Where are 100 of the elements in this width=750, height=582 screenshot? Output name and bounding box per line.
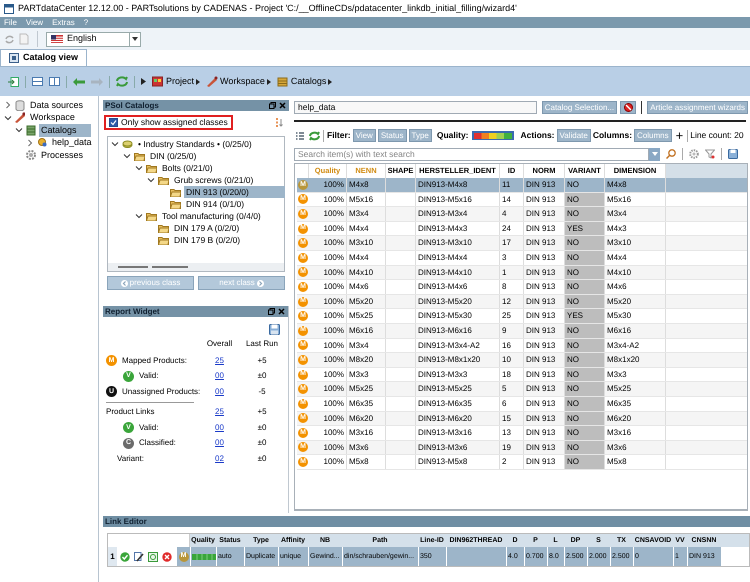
- table-cell: 100%: [309, 324, 347, 338]
- table-cell: 100%: [309, 353, 347, 367]
- tree-item[interactable]: Catalogs: [39, 124, 91, 137]
- tree-item[interactable]: DIN 179 A (0/2/0): [172, 222, 242, 234]
- table-cell: 100%: [309, 455, 347, 469]
- count-link[interactable]: 25: [197, 406, 242, 418]
- table-cell: M5x16: [347, 192, 386, 206]
- column-header: Last Run: [244, 338, 280, 350]
- table-cell: 8: [500, 280, 524, 294]
- table-cell: NO: [565, 440, 605, 454]
- table-cell: 12: [500, 294, 524, 308]
- add-button[interactable]: +: [674, 130, 686, 141]
- tree-item[interactable]: DIN 913 (0/20/0): [184, 186, 285, 198]
- table-cell: M5x25: [347, 382, 386, 396]
- breadcrumb-item[interactable]: Catalogs: [276, 74, 332, 88]
- table-cell: DIN913-M5x20: [416, 294, 500, 308]
- count-link[interactable]: 25: [197, 354, 242, 367]
- table-cell: DIN913-M4x6: [416, 280, 500, 294]
- table-cell: M4x10: [347, 266, 386, 280]
- table-cell: M4x10: [605, 266, 666, 280]
- table-cell: M6x35: [347, 396, 386, 410]
- table-cell: M4x6: [605, 280, 666, 294]
- table-cell: 100%: [309, 440, 347, 454]
- table-cell: 100%: [309, 382, 347, 396]
- table-cell: 5: [500, 382, 524, 396]
- table-cell: M5x8: [347, 455, 386, 469]
- table-cell: 9: [500, 324, 524, 338]
- table-cell: DIN913-M4x4: [416, 250, 500, 265]
- table-cell: 16: [500, 338, 524, 352]
- table-cell: 17: [500, 236, 524, 250]
- table-cell: 24: [500, 222, 524, 236]
- table-cell: M4x3: [605, 222, 666, 236]
- table-cell: NO: [565, 236, 605, 250]
- table-cell: 11: [500, 178, 524, 192]
- table-cell: DIN913-M8x1x20: [416, 353, 500, 367]
- row-number: 1: [108, 547, 117, 566]
- table-cell: NO: [565, 192, 605, 206]
- breadcrumb-item[interactable]: Project: [152, 74, 200, 88]
- table-cell: M3x6: [605, 440, 666, 454]
- search-field[interactable]: Search item(s) with text search: [294, 148, 649, 160]
- count-link[interactable]: 00: [197, 370, 242, 382]
- checkbox-label: Only show assigned classes: [121, 116, 228, 129]
- table-cell: DIN913-M4x8: [416, 178, 500, 192]
- table-cell: 100%: [309, 178, 347, 192]
- table-cell: DIN913-M3x10: [416, 236, 500, 250]
- table-cell: YES: [565, 309, 605, 323]
- table-cell: 13: [500, 426, 524, 440]
- last-run-value: ±0: [256, 370, 268, 382]
- tree-item[interactable]: help_data: [50, 136, 94, 150]
- table-cell: 100%: [309, 250, 347, 265]
- catalog-field[interactable]: help_data: [294, 101, 537, 114]
- table-cell: DIN913-M6x16: [416, 324, 500, 338]
- table-cell: M6x16: [347, 324, 386, 338]
- table-cell: 100%: [309, 309, 347, 323]
- table-cell: M5x25: [605, 382, 666, 396]
- last-run-value: -5: [257, 386, 267, 398]
- row-label: Classified:: [139, 437, 176, 450]
- tree-item[interactable]: Processes: [39, 148, 86, 162]
- table-cell: M3x4-A2: [605, 338, 666, 352]
- tree-item[interactable]: Grub screws (0/21/0): [172, 174, 256, 186]
- table-cell: M6x20: [347, 412, 386, 426]
- table-cell: NO: [565, 382, 605, 396]
- last-run-value: +5: [256, 406, 268, 418]
- tree-item[interactable]: Tool manufacturing (0/4/0): [160, 210, 263, 222]
- row-label: Variant:: [117, 452, 144, 465]
- tree-item[interactable]: Workspace: [28, 111, 77, 124]
- table-cell: M8x1x20: [605, 353, 666, 367]
- tree-item[interactable]: DIN 914 (0/1/0): [184, 198, 246, 210]
- tree-item[interactable]: Bolts (0/21/0): [160, 162, 215, 174]
- tree-item[interactable]: Data sources: [28, 98, 86, 112]
- count-link[interactable]: 00: [197, 437, 242, 450]
- table-cell: 100%: [309, 368, 347, 382]
- panel-header: Link Editor: [103, 516, 750, 527]
- tree-item[interactable]: DIN 179 B (0/2/0): [172, 234, 242, 246]
- breadcrumb-item[interactable]: Workspace: [206, 74, 271, 88]
- language-dropdown[interactable]: English: [46, 32, 141, 46]
- table-cell: M8x20: [347, 353, 386, 367]
- table-cell: DIN913-M4x3: [416, 222, 500, 236]
- table-cell: DIN 913: [524, 178, 565, 192]
- table-cell: NO: [565, 338, 605, 352]
- table-cell: 10: [500, 353, 524, 367]
- table-cell: DIN913-M6x20: [416, 412, 500, 426]
- table-cell: 100%: [309, 426, 347, 440]
- row-label: Product Links: [106, 406, 154, 418]
- table-cell: M3x6: [347, 440, 386, 454]
- tree-item[interactable]: DIN (0/25/0): [148, 150, 198, 162]
- table-cell: NO: [565, 266, 605, 280]
- table-cell: NO: [565, 455, 605, 469]
- table-cell: DIN913-M3x4-A2: [416, 338, 500, 352]
- table-cell: M6x35: [605, 396, 666, 410]
- table-cell: 100%: [309, 207, 347, 221]
- row-label: Unassigned Products:: [122, 386, 200, 398]
- table-cell: M5x25: [347, 309, 386, 323]
- count-link[interactable]: 02: [197, 452, 242, 465]
- count-link[interactable]: 00: [197, 422, 242, 434]
- table-cell: NO: [565, 396, 605, 410]
- table-cell: DIN913-M6x35: [416, 396, 500, 410]
- tab[interactable]: Catalog view: [0, 49, 88, 66]
- table-cell: M5x20: [605, 294, 666, 308]
- tree-item[interactable]: • Industry Standards • (0/25/0): [136, 138, 254, 150]
